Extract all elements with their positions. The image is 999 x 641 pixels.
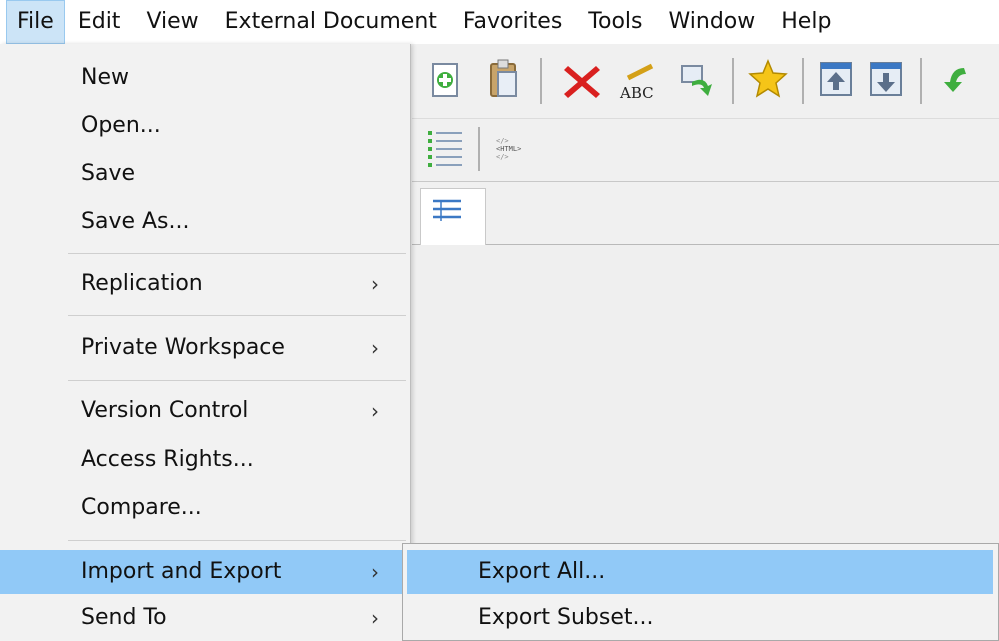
submenu-arrow-icon: ›: [371, 399, 379, 423]
toolbar-separator: [732, 58, 734, 104]
menu-item-save[interactable]: Save: [0, 154, 410, 194]
submenu-arrow-icon: ›: [371, 560, 379, 584]
move-down-icon[interactable]: [868, 60, 904, 98]
new-document-icon[interactable]: [430, 60, 462, 100]
menu-item-export-all[interactable]: Export All...: [407, 550, 993, 594]
menu-item-label: Private Workspace: [81, 335, 285, 360]
move-up-icon[interactable]: [818, 60, 854, 98]
delete-icon[interactable]: [562, 62, 602, 100]
menu-window[interactable]: Window: [656, 0, 769, 44]
menu-item-label: Access Rights...: [81, 447, 254, 472]
menu-divider: [68, 540, 406, 541]
import-export-submenu: Export All... Export Subset...: [402, 543, 999, 641]
menu-divider: [68, 315, 406, 316]
svg-text:ABC: ABC: [619, 84, 654, 102]
menu-item-replication[interactable]: Replication ›: [0, 264, 410, 304]
main-toolbar: ABC: [412, 44, 999, 119]
menu-item-export-subset[interactable]: Export Subset...: [407, 598, 993, 638]
toolbar-separator: [802, 58, 804, 104]
menu-item-open[interactable]: Open...: [0, 106, 410, 146]
toolbar-separator: [540, 58, 542, 104]
toolbar-separator: [478, 127, 480, 171]
file-menu: New Open... Save Save As... Replication …: [0, 44, 411, 641]
favorite-star-icon[interactable]: [748, 58, 788, 100]
menu-item-label: Compare...: [81, 495, 202, 520]
spell-check-icon[interactable]: ABC: [618, 60, 662, 102]
menu-item-label: Export Subset...: [478, 605, 654, 630]
menu-item-access-rights[interactable]: Access Rights...: [0, 440, 410, 480]
submenu-arrow-icon: ›: [371, 336, 379, 360]
menu-item-send-to[interactable]: Send To ›: [0, 598, 410, 638]
menu-item-label: Import and Export: [81, 559, 282, 584]
table-icon: [433, 199, 461, 221]
menu-favorites[interactable]: Favorites: [450, 0, 575, 44]
menu-item-new[interactable]: New: [0, 58, 410, 98]
menu-item-label: Replication: [81, 271, 203, 296]
menu-item-compare[interactable]: Compare...: [0, 488, 410, 528]
menu-item-label: New: [81, 65, 129, 90]
menu-item-label: Version Control: [81, 398, 249, 423]
toolbar-separator: [920, 58, 922, 104]
menu-item-version-control[interactable]: Version Control ›: [0, 391, 410, 431]
refresh-icon[interactable]: [934, 60, 999, 100]
move-icon[interactable]: [678, 60, 718, 100]
menu-item-save-as[interactable]: Save As...: [0, 202, 410, 242]
menu-item-label: Save As...: [81, 209, 190, 234]
menu-file[interactable]: File: [6, 0, 65, 44]
submenu-arrow-icon: ›: [371, 272, 379, 296]
view-toolbar: </> <HTML> </>: [412, 119, 999, 182]
paste-icon[interactable]: [488, 58, 520, 100]
list-view-icon[interactable]: [426, 125, 466, 175]
menu-item-label: Export All...: [478, 559, 606, 584]
submenu-arrow-icon: ›: [371, 606, 379, 630]
menu-item-import-and-export[interactable]: Import and Export ›: [0, 550, 410, 594]
menu-item-label: Save: [81, 161, 136, 186]
menu-item-label: Open...: [81, 113, 161, 138]
menu-help[interactable]: Help: [768, 0, 844, 44]
menu-bar: File Edit View External Document Favorit…: [0, 0, 999, 44]
menu-view[interactable]: View: [133, 0, 211, 44]
menu-divider: [68, 380, 406, 381]
menu-divider: [68, 253, 406, 254]
tab-strip: [412, 182, 999, 245]
menu-external-document[interactable]: External Document: [212, 0, 450, 44]
menu-tools[interactable]: Tools: [575, 0, 655, 44]
menu-item-private-workspace[interactable]: Private Workspace ›: [0, 328, 410, 368]
html-view-icon[interactable]: </> <HTML> </>: [496, 137, 542, 163]
tab-list[interactable]: [420, 188, 486, 245]
menu-edit[interactable]: Edit: [65, 0, 134, 44]
menu-item-label: Send To: [81, 605, 167, 630]
